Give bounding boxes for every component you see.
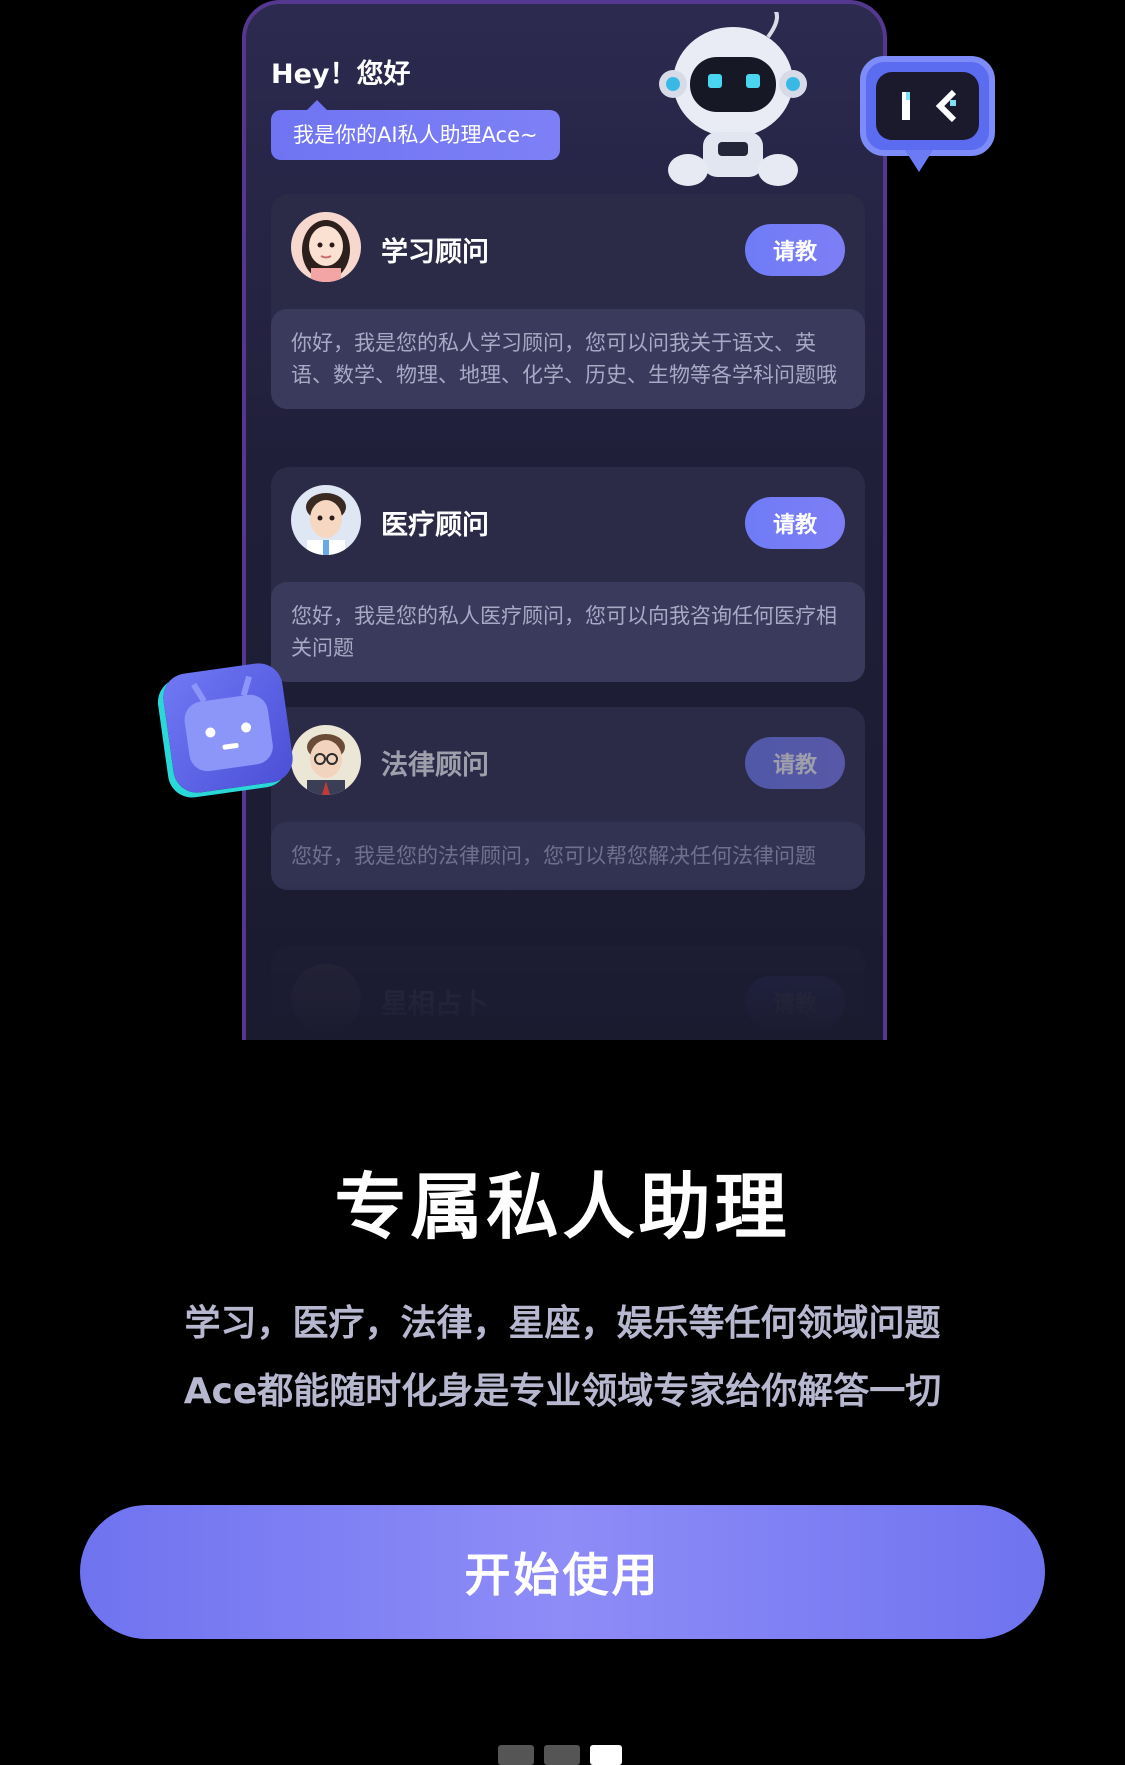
ask-medical-button[interactable]: 请教 xyxy=(745,497,845,549)
advisor-description: 您好，我是您的法律顾问，您可以帮您解决任何法律问题 xyxy=(271,822,865,890)
page-indicator xyxy=(498,1745,622,1765)
page-dot-3-active[interactable] xyxy=(590,1745,622,1765)
advisor-card-legal: 法律顾问 请教 您好，我是您的法律顾问，您可以帮您解决任何法律问题 xyxy=(271,707,865,890)
study-advisor-avatar xyxy=(291,212,361,282)
start-using-button[interactable]: 开始使用 xyxy=(80,1505,1045,1639)
advisor-card-study: 学习顾问 请教 你好，我是您的私人学习顾问，您可以问我关于语文、英语、数学、物理… xyxy=(271,194,865,409)
advisor-title: 星相占卜 xyxy=(381,989,489,1020)
advisor-card-astrology: 星相占卜 请教 xyxy=(271,946,865,1040)
intro-bubble: 我是你的AI私人助理Ace~ xyxy=(271,100,560,160)
legal-advisor-avatar xyxy=(291,725,361,795)
ask-astrology-button[interactable]: 请教 xyxy=(745,976,845,1028)
advisor-description: 您好，我是您的私人医疗顾问，您可以向我咨询任何医疗相关问题 xyxy=(271,582,865,682)
advisor-card-medical: 医疗顾问 请教 您好，我是您的私人医疗顾问，您可以向我咨询任何医疗相关问题 xyxy=(271,467,865,682)
chatbot-badge-icon xyxy=(160,660,296,796)
medical-advisor-avatar xyxy=(291,485,361,555)
robot-mascot-icon xyxy=(659,12,807,186)
feature-subline-2: Ace都能随时化身是专业领域专家给你解答一切 xyxy=(183,1371,942,1412)
astrology-advisor-avatar xyxy=(291,964,361,1034)
advisor-title: 法律顾问 xyxy=(381,750,489,781)
ask-legal-button[interactable]: 请教 xyxy=(745,737,845,789)
phone-mockup: Hey！您好 我是你的AI私人助理Ace~ 学习顾问 请教 你好，我是您的私人学… xyxy=(242,0,887,1040)
feature-subline-1: 学习，医疗，法律，星座，娱乐等任何领域问题 xyxy=(184,1303,941,1344)
tv-chat-badge-icon xyxy=(860,56,995,156)
page-dot-2[interactable] xyxy=(544,1745,580,1765)
ask-study-button[interactable]: 请教 xyxy=(745,224,845,276)
advisor-title: 学习顾问 xyxy=(381,237,489,268)
greeting: Hey！您好 xyxy=(271,59,411,90)
tv-badge-tail xyxy=(905,150,933,172)
advisor-description: 你好，我是您的私人学习顾问，您可以问我关于语文、英语、数学、物理、地理、化学、历… xyxy=(271,309,865,409)
page-dot-1[interactable] xyxy=(498,1745,534,1765)
advisor-title: 医疗顾问 xyxy=(381,510,489,541)
feature-headline: 专属私人助理 xyxy=(334,1165,791,1249)
